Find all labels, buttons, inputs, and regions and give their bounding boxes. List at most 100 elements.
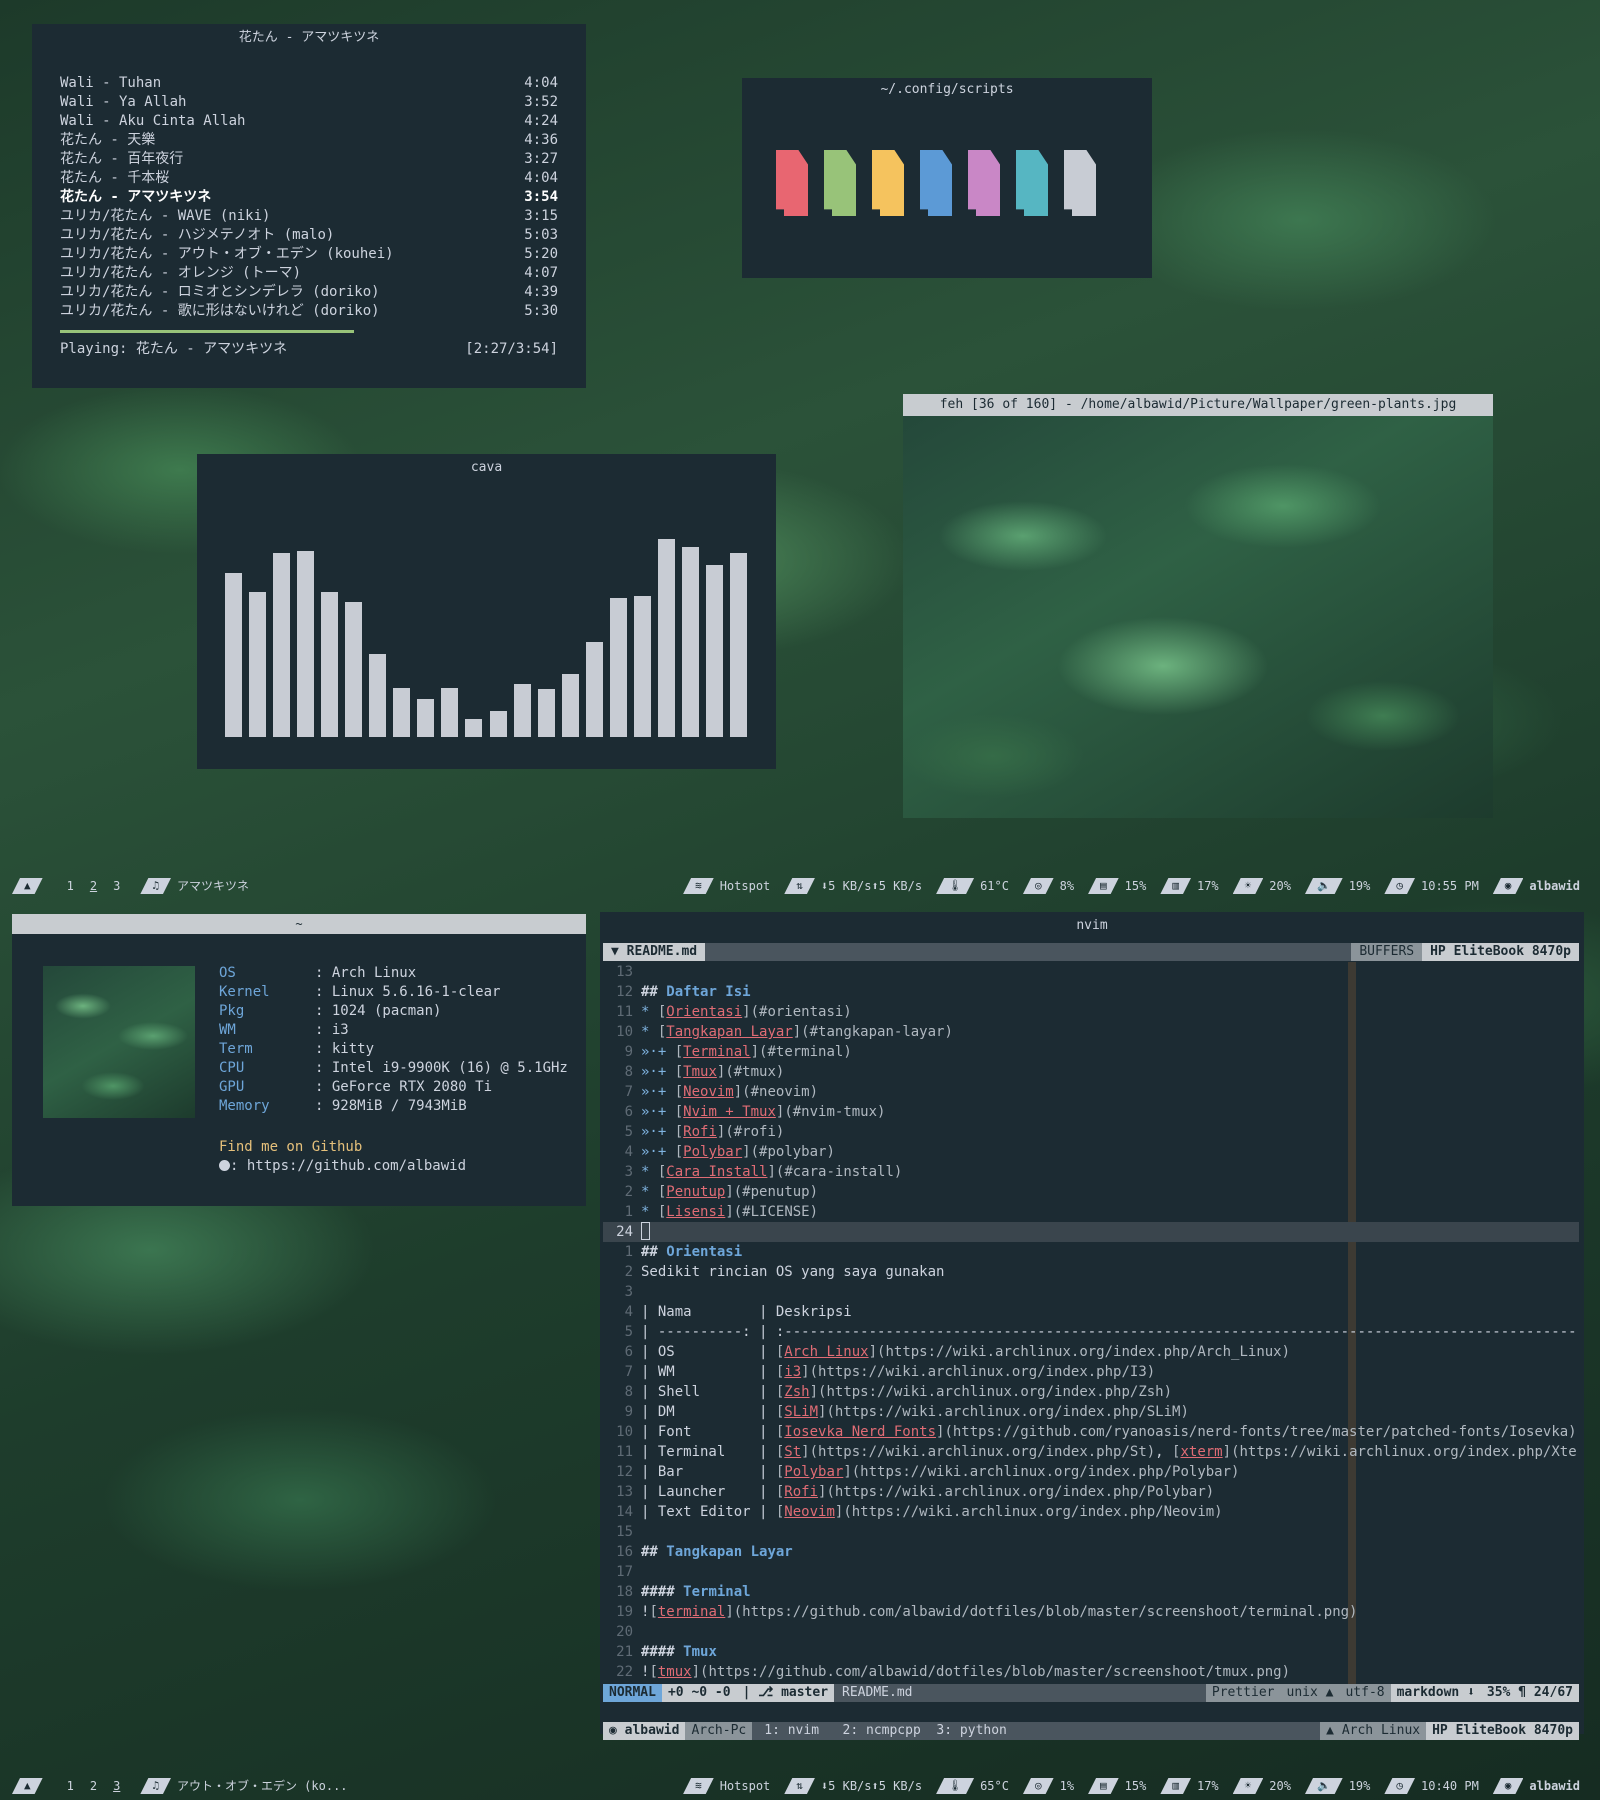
memory[interactable]: ▤ 15% [1088, 1775, 1154, 1797]
editor-line[interactable]: 22 ![tmux](https://github.com/albawid/dot… [603, 1662, 1579, 1682]
md-link[interactable]: Nvim + Tmux [683, 1104, 776, 1120]
github-url[interactable]: : https://github.com/albawid [230, 1158, 466, 1174]
script-file-icon[interactable] [776, 150, 808, 216]
editor-line[interactable]: 11 | Terminal | [St](https://wiki.archlin… [603, 1442, 1579, 1462]
editor-line[interactable]: 20 [603, 1622, 1579, 1642]
md-link[interactable]: Arch Linux [784, 1344, 868, 1360]
editor-line[interactable]: 7 »·+ [Neovim](#neovim) [603, 1082, 1579, 1102]
editor-line[interactable]: 8 »·+ [Tmux](#tmux) [603, 1062, 1579, 1082]
editor-line[interactable]: 17 [603, 1562, 1579, 1582]
editor-line[interactable]: 21 #### Tmux [603, 1642, 1579, 1662]
disk[interactable]: ▥ 17% [1160, 875, 1226, 897]
md-link[interactable]: Iosevka Nerd Fonts [784, 1424, 936, 1440]
md-link[interactable]: Cara Install [666, 1164, 767, 1180]
editor-line[interactable]: 2 * [Penutup](#penutup) [603, 1182, 1579, 1202]
editor-line[interactable]: 19 ![terminal](https://github.com/albawid… [603, 1602, 1579, 1622]
wifi[interactable]: ≋ Hotspot [683, 875, 778, 897]
md-link[interactable]: Rofi [683, 1124, 717, 1140]
workspace-1[interactable]: 1 [67, 1772, 74, 1800]
clock[interactable]: ◷ 10:40 PM [1384, 1775, 1486, 1797]
network[interactable]: ⇅ ⬇ 5 KB/s ⬆ 5 KB/s [784, 1775, 930, 1797]
editor-line[interactable]: 2 Sedikit rincian OS yang saya gunakan [603, 1262, 1579, 1282]
nvim-buffer[interactable]: 13 12 ## Daftar Isi 11 * [Orientasi](#orient… [603, 962, 1579, 1682]
editor-line[interactable]: 9 | DM | [SLiM](https://wiki.archlinux.or… [603, 1402, 1579, 1422]
md-link[interactable]: Penutup [666, 1184, 725, 1200]
editor-line[interactable]: 15 [603, 1522, 1579, 1542]
script-file-icon[interactable] [968, 150, 1000, 216]
script-file-icon[interactable] [1064, 150, 1096, 216]
editor-line[interactable]: 5 | ----------: | :----------------------… [603, 1322, 1579, 1342]
script-file-icon[interactable] [920, 150, 952, 216]
track-row[interactable]: ユリカ/花たん - 歌に形はないけれど (doriko) 5:30 [60, 302, 558, 321]
editor-line[interactable]: 24 [603, 1222, 1579, 1242]
workspace-3[interactable]: 3 [113, 872, 120, 900]
track-row[interactable]: Wali - Tuhan 4:04 [60, 74, 558, 93]
md-link[interactable]: SLiM [784, 1404, 818, 1420]
volume[interactable]: 🔈 19% [1305, 875, 1378, 897]
brightness[interactable]: ☀ 20% [1233, 875, 1299, 897]
editor-line[interactable]: 12 ## Daftar Isi [603, 982, 1579, 1002]
temperature[interactable]: 🌡 61°C [936, 875, 1017, 897]
md-link[interactable]: Lisensi [666, 1204, 725, 1220]
volume[interactable]: 🔈 19% [1305, 1775, 1378, 1797]
md-link[interactable]: Tmux [683, 1064, 717, 1080]
md-link[interactable]: Neovim [683, 1084, 734, 1100]
track-row[interactable]: ユリカ/花たん - ハジメテノオト (malo) 5:03 [60, 226, 558, 245]
track-row[interactable]: 花たん - 千本桜 4:04 [60, 169, 558, 188]
md-link[interactable]: Polybar [683, 1144, 742, 1160]
md-link[interactable]: Terminal [683, 1044, 750, 1060]
script-file-icon[interactable] [872, 150, 904, 216]
script-file-icon[interactable] [1016, 150, 1048, 216]
md-link[interactable]: Orientasi [666, 1004, 742, 1020]
editor-line[interactable]: 12 | Bar | [Polybar](https://wiki.archlin… [603, 1462, 1579, 1482]
workspace-3[interactable]: 3 [113, 1772, 120, 1800]
editor-line[interactable]: 10 | Font | [Iosevka Nerd Fonts](https://… [603, 1422, 1579, 1442]
playback-progress[interactable] [60, 330, 558, 333]
md-link[interactable]: Zsh [784, 1384, 809, 1400]
editor-line[interactable]: 3 * [Cara Install](#cara-install) [603, 1162, 1579, 1182]
track-row[interactable]: 花たん - 天樂 4:36 [60, 131, 558, 150]
workspace-1[interactable]: 1 [67, 872, 74, 900]
scripts-window[interactable]: ~/.config/scripts [742, 78, 1152, 278]
user[interactable]: ◉ albawid [1493, 1775, 1594, 1797]
editor-line[interactable]: 18 #### Terminal [603, 1582, 1579, 1602]
temperature[interactable]: 🌡 65°C [936, 1775, 1017, 1797]
user[interactable]: ◉ albawid [1493, 875, 1594, 897]
editor-line[interactable]: 5 »·+ [Rofi](#rofi) [603, 1122, 1579, 1142]
editor-line[interactable]: 13 | Launcher | [Rofi](https://wiki.archl… [603, 1482, 1579, 1502]
editor-line[interactable]: 4 | Nama | Deskripsi | [603, 1302, 1579, 1322]
editor-line[interactable]: 6 »·+ [Nvim + Tmux](#nvim-tmux) [603, 1102, 1579, 1122]
editor-line[interactable]: 8 | Shell | [Zsh](https://wiki.archlinux.… [603, 1382, 1579, 1402]
track-row[interactable]: ユリカ/花たん - WAVE (niki) 3:15 [60, 207, 558, 226]
editor-line[interactable]: 6 | OS | [Arch Linux](https://wiki.archli… [603, 1342, 1579, 1362]
editor-line[interactable]: 14 | Text Editor | [Neovim](https://wiki.… [603, 1502, 1579, 1522]
editor-line[interactable]: 11 * [Orientasi](#orientasi) [603, 1002, 1579, 1022]
neofetch-window[interactable]: ~ OS: Arch Linux Kernel: Linux 5.6.16-1-c… [12, 914, 586, 1206]
launcher[interactable]: ▲ [12, 875, 49, 897]
editor-line[interactable]: 9 »·+ [Terminal](#terminal) [603, 1042, 1579, 1062]
tmux-windows[interactable]: 1: nvim 2: ncmpcpp 3: python [752, 1722, 1019, 1740]
brightness[interactable]: ☀ 20% [1233, 1775, 1299, 1797]
md-link[interactable]: tmux [658, 1664, 692, 1680]
workspace-2[interactable]: 2 [90, 1772, 97, 1800]
memory[interactable]: ▤ 15% [1088, 875, 1154, 897]
script-file-icon[interactable] [824, 150, 856, 216]
md-link[interactable]: xterm [1180, 1444, 1222, 1460]
md-link[interactable]: Polybar [784, 1464, 843, 1480]
editor-line[interactable]: 4 »·+ [Polybar](#polybar) [603, 1142, 1579, 1162]
cpu[interactable]: ◎ 8% [1023, 875, 1082, 897]
launcher[interactable]: ▲ [12, 1775, 49, 1797]
editor-line[interactable]: 7 | WM | [i3](https://wiki.archlinux.org/… [603, 1362, 1579, 1382]
editor-line[interactable]: 16 ## Tangkapan Layar [603, 1542, 1579, 1562]
track-row[interactable]: Wali - Aku Cinta Allah 4:24 [60, 112, 558, 131]
track-row[interactable]: 花たん - アマツキツネ 3:54 [60, 188, 558, 207]
track-row[interactable]: 花たん - 百年夜行 3:27 [60, 150, 558, 169]
tab-readme[interactable]: ▼ README.md [603, 943, 706, 961]
track-row[interactable]: ユリカ/花たん - アウト・オブ・エデン (kouhei) 5:20 [60, 245, 558, 264]
md-link[interactable]: Rofi [784, 1484, 818, 1500]
wifi[interactable]: ≋ Hotspot [683, 1775, 778, 1797]
editor-line[interactable]: 1 ## Orientasi [603, 1242, 1579, 1262]
editor-line[interactable]: 13 [603, 962, 1579, 982]
editor-line[interactable]: 1 * [Lisensi](#LICENSE) [603, 1202, 1579, 1222]
feh-window[interactable]: feh [36 of 160] - /home/albawid/Picture/… [903, 394, 1493, 818]
